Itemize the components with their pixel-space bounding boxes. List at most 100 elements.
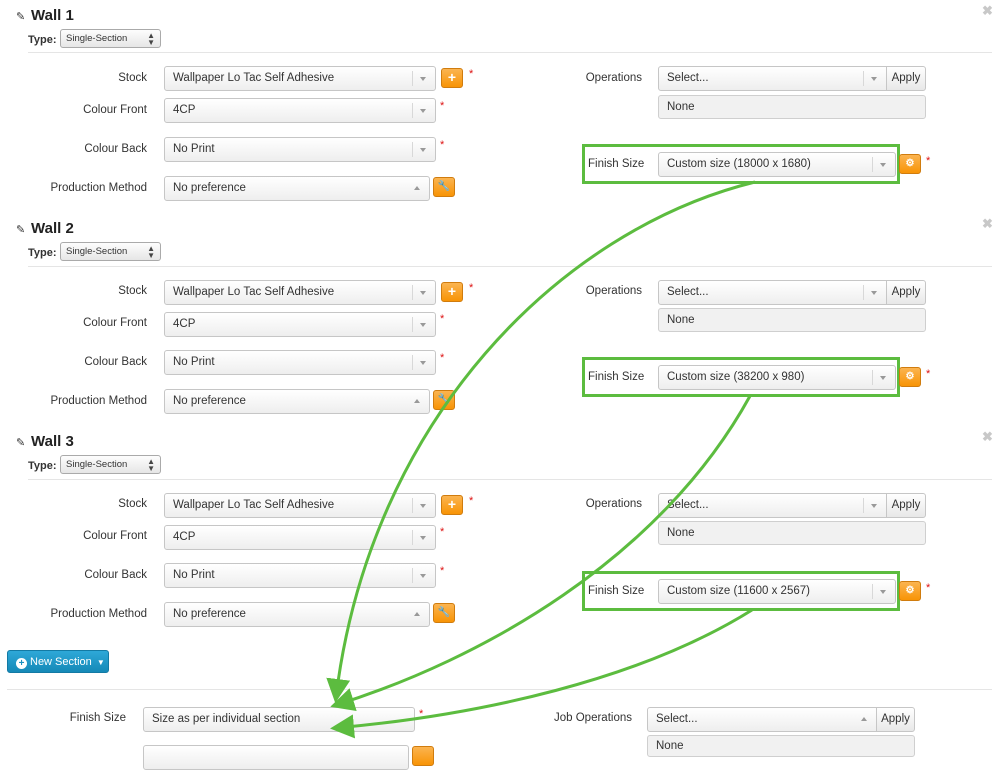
job-production-select[interactable] [143, 745, 409, 770]
divider [872, 584, 873, 599]
gear-icon: ⚙ [905, 585, 915, 596]
operations-label: Operations [585, 285, 642, 297]
production-method-value: No preference [173, 395, 246, 407]
production-settings-button[interactable]: 🔧 [433, 390, 455, 410]
operations-select[interactable]: Select... [658, 66, 887, 91]
edit-icon[interactable]: ✎ [16, 12, 27, 23]
wrench-icon: 🔧 [437, 394, 451, 405]
chevron-down-icon [880, 376, 886, 380]
chevron-down-icon [420, 361, 426, 365]
divider [412, 498, 413, 513]
arrow-wall2 [330, 395, 752, 712]
new-section-button[interactable]: + New Section ▼ [7, 650, 109, 673]
production-settings-button[interactable]: 🔧 [433, 177, 455, 197]
colour-back-select[interactable]: No Print [164, 137, 436, 162]
add-stock-button[interactable]: + [441, 495, 463, 515]
chevron-down-icon: ▲ ▼ [147, 31, 155, 47]
operations-value: Select... [667, 499, 709, 511]
stock-label: Stock [118, 285, 147, 297]
finish-size-select[interactable]: Custom size (11600 x 2567) [658, 579, 896, 604]
operations-value: Select... [667, 72, 709, 84]
colour-back-select[interactable]: No Print [164, 563, 436, 588]
required-marker: * [926, 582, 931, 594]
edit-icon[interactable]: ✎ [16, 438, 27, 449]
type-select[interactable]: Single-Section ▲ ▼ [60, 29, 161, 48]
close-icon[interactable]: ✖ [982, 429, 993, 445]
required-marker: * [440, 565, 445, 577]
close-icon[interactable]: ✖ [982, 216, 993, 232]
finish-size-settings-button[interactable]: ⚙ [899, 154, 921, 174]
colour-front-select[interactable]: 4CP [164, 312, 436, 337]
required-marker: * [926, 368, 931, 380]
colour-front-label: Colour Front [83, 317, 147, 329]
colour-front-select[interactable]: 4CP [164, 525, 436, 550]
job-production-settings-button[interactable] [412, 746, 434, 766]
section-title: Wall 1 [31, 7, 74, 24]
type-label: Type: [28, 34, 57, 46]
gear-icon: ⚙ [905, 158, 915, 169]
stock-select[interactable]: Wallpaper Lo Tac Self Adhesive [164, 66, 436, 91]
production-method-select[interactable]: No preference [164, 602, 430, 627]
colour-front-select[interactable]: 4CP [164, 98, 436, 123]
wrench-icon: 🔧 [437, 181, 451, 192]
stock-select[interactable]: Wallpaper Lo Tac Self Adhesive [164, 493, 436, 518]
job-operations-select[interactable]: Select... [647, 707, 877, 732]
divider [28, 479, 992, 480]
stock-value: Wallpaper Lo Tac Self Adhesive [173, 499, 335, 511]
divider [7, 689, 992, 690]
divider [28, 266, 992, 267]
colour-back-value: No Print [173, 569, 215, 581]
operations-select[interactable]: Select... [658, 280, 887, 305]
type-select[interactable]: Single-Section ▲ ▼ [60, 242, 161, 261]
finish-size-settings-button[interactable]: ⚙ [899, 367, 921, 387]
chevron-down-icon [420, 291, 426, 295]
chevron-down-icon: ▲ ▼ [147, 457, 155, 473]
colour-front-value: 4CP [173, 318, 196, 330]
finish-size-settings-button[interactable]: ⚙ [899, 581, 921, 601]
colour-back-value: No Print [173, 356, 215, 368]
chevron-down-icon [420, 148, 426, 152]
finish-size-value: Custom size (38200 x 980) [667, 371, 805, 383]
divider [412, 568, 413, 583]
apply-button[interactable]: Apply [886, 280, 926, 305]
plus-circle-icon: + [16, 658, 27, 669]
finish-size-select[interactable]: Custom size (18000 x 1680) [658, 152, 896, 177]
stock-select[interactable]: Wallpaper Lo Tac Self Adhesive [164, 280, 436, 305]
plus-icon: + [447, 283, 457, 299]
colour-back-select[interactable]: No Print [164, 350, 436, 375]
stock-label: Stock [118, 72, 147, 84]
job-apply-button[interactable]: Apply [876, 707, 915, 732]
plus-icon: + [447, 69, 457, 85]
required-marker: * [419, 708, 424, 720]
finish-size-label: Finish Size [588, 585, 645, 597]
chevron-down-icon [871, 504, 877, 508]
add-stock-button[interactable]: + [441, 282, 463, 302]
job-finish-size-select[interactable]: Size as per individual section [143, 707, 415, 732]
gear-icon: ⚙ [905, 371, 915, 382]
apply-button[interactable]: Apply [886, 66, 926, 91]
apply-button[interactable]: Apply [886, 493, 926, 518]
new-section-label: New Section [30, 656, 92, 668]
finish-size-value: Custom size (18000 x 1680) [667, 158, 811, 170]
type-select-value: Single-Section [66, 33, 128, 44]
colour-back-value: No Print [173, 143, 215, 155]
production-settings-button[interactable]: 🔧 [433, 603, 455, 623]
production-method-select[interactable]: No preference [164, 389, 430, 414]
finish-size-select[interactable]: Custom size (38200 x 980) [658, 365, 896, 390]
add-stock-button[interactable]: + [441, 68, 463, 88]
section-title: Wall 2 [31, 220, 74, 237]
edit-icon[interactable]: ✎ [16, 225, 27, 236]
chevron-up-icon [861, 717, 867, 721]
job-finish-size-label: Finish Size [69, 712, 126, 724]
production-method-select[interactable]: No preference [164, 176, 430, 201]
operations-select[interactable]: Select... [658, 493, 887, 518]
stock-value: Wallpaper Lo Tac Self Adhesive [173, 286, 335, 298]
close-icon[interactable]: ✖ [982, 3, 993, 19]
divider [872, 370, 873, 385]
production-method-value: No preference [173, 182, 246, 194]
colour-front-value: 4CP [173, 531, 196, 543]
production-method-label: Production Method [50, 608, 147, 620]
finish-size-label: Finish Size [588, 158, 645, 170]
type-select[interactable]: Single-Section ▲ ▼ [60, 455, 161, 474]
divider [412, 530, 413, 545]
